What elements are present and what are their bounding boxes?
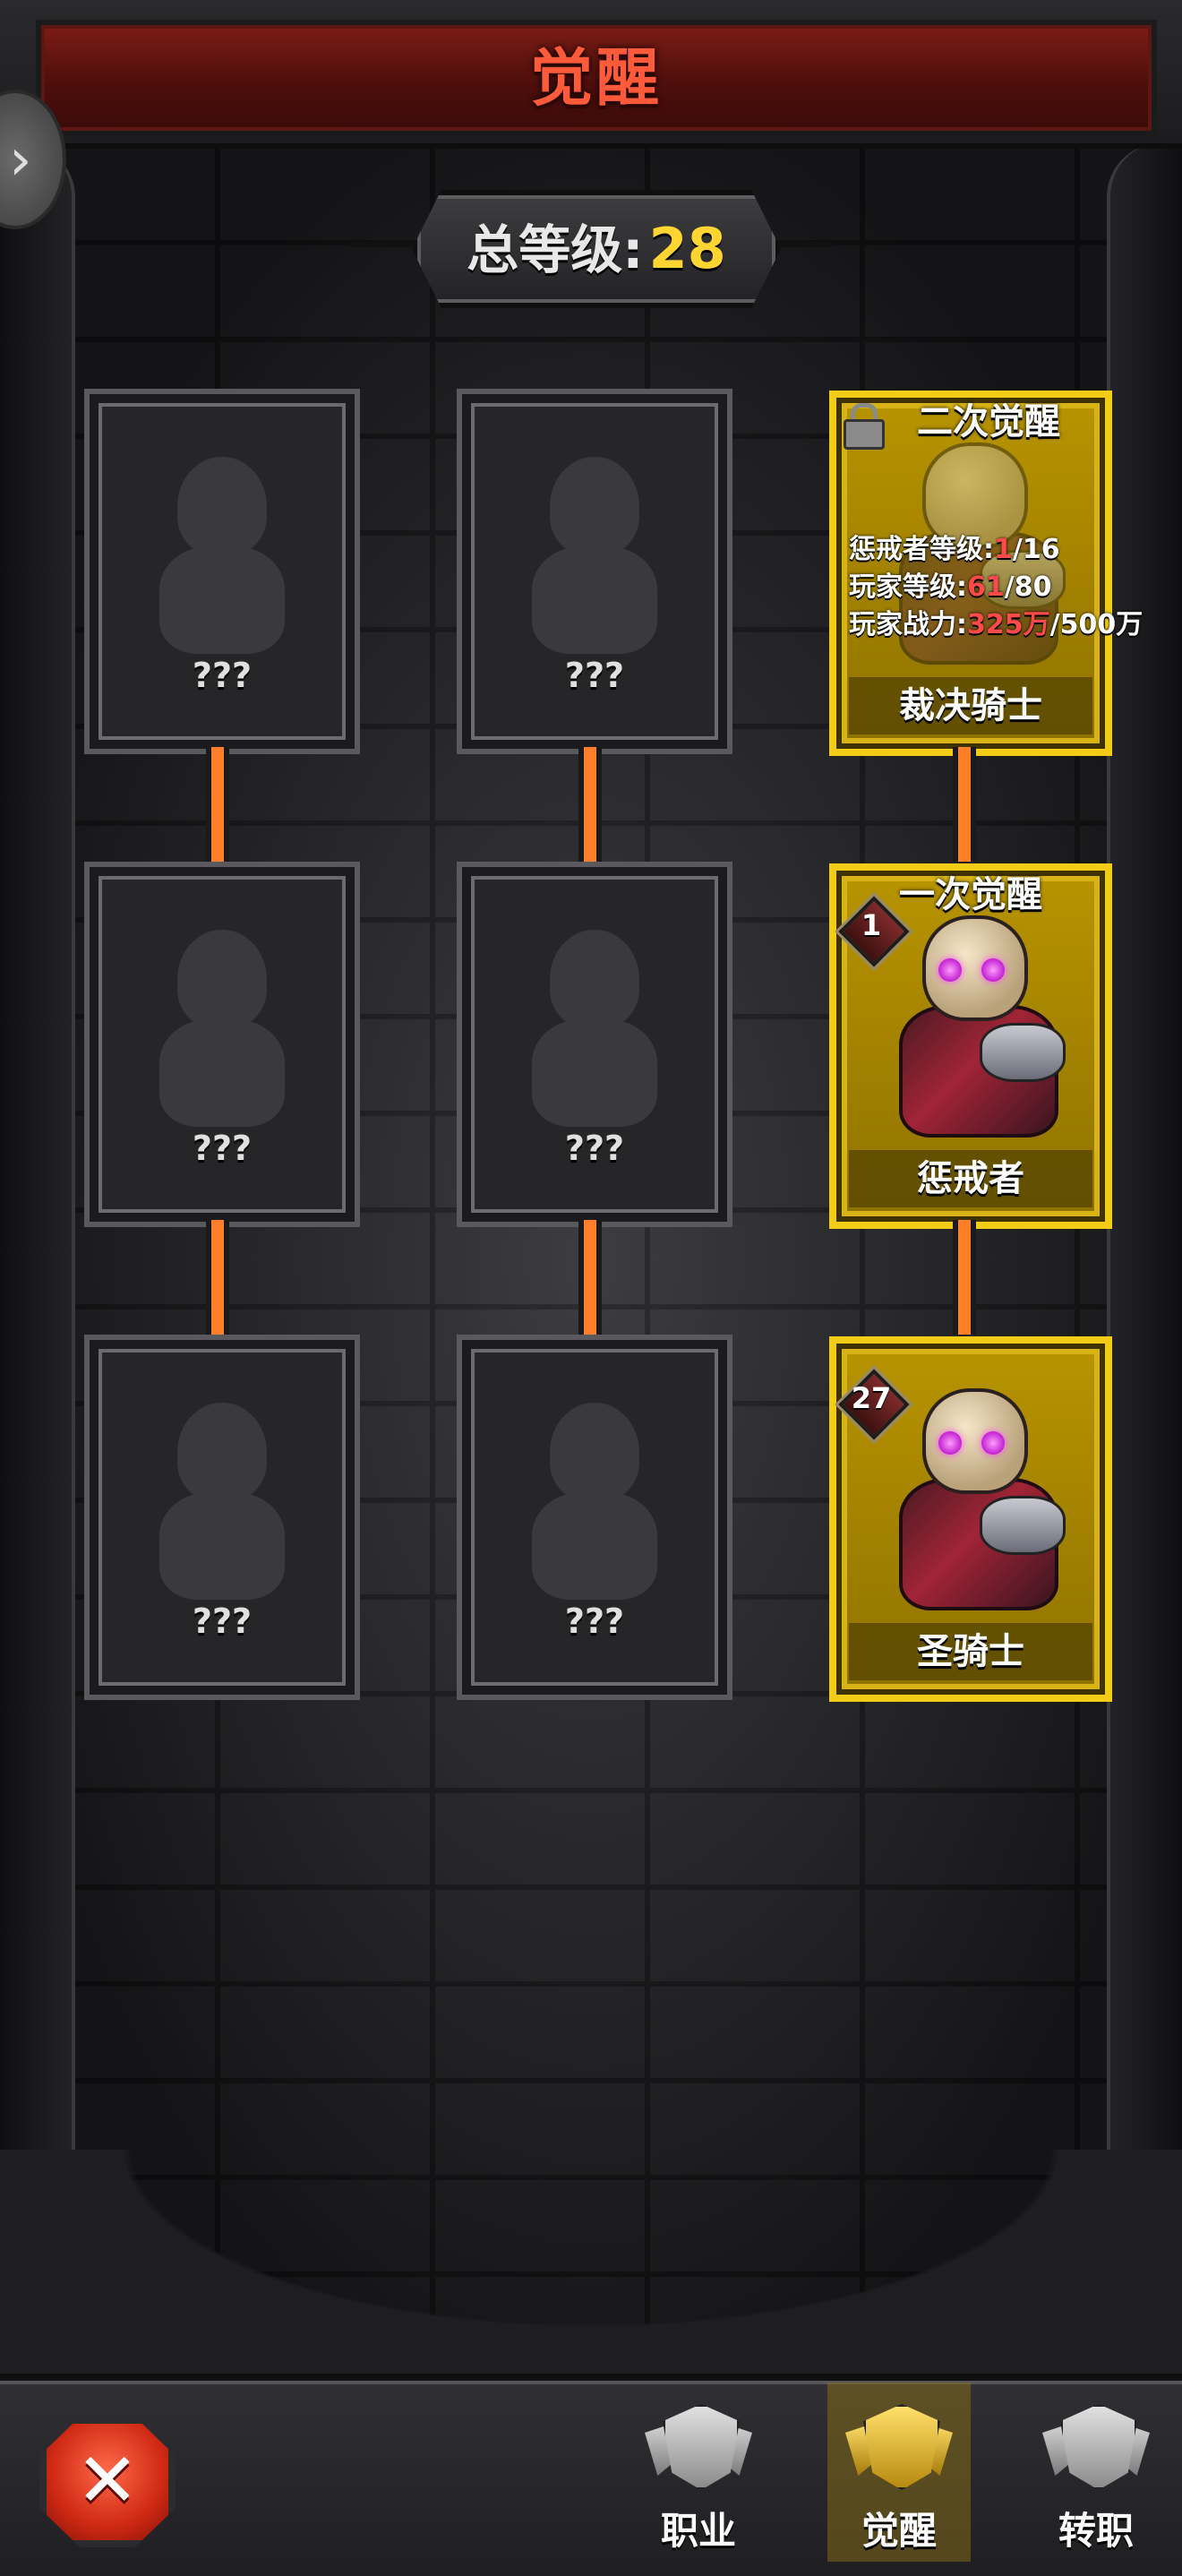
requirement-target: /80 [1004,571,1052,603]
total-level-label: 总等级: [467,219,644,280]
path-connector [206,747,229,862]
knight-portrait [881,1379,1066,1610]
tab-transfer-label: 转职 [1058,2509,1134,2553]
card-name: 圣骑士 [849,1623,1092,1680]
card-name: 惩戒者 [849,1150,1092,1207]
rank-badge: 27 [838,1369,910,1440]
rank-badge-number: 1 [861,908,882,942]
knight-portrait [881,906,1066,1138]
path-connector [578,747,602,862]
requirement-target: /500万 [1049,609,1143,640]
requirement-current: 61 [967,571,1005,603]
requirement-label: 惩戒者等级: [849,534,994,565]
tab-class[interactable]: 职业 [627,2383,770,2562]
requirement-row: 玩家等级:61/80 [849,564,1051,604]
tab-awaken[interactable]: 觉醒 [827,2383,971,2562]
total-level-box: 总等级:28 [412,190,781,308]
locked-card-label: ??? [564,1129,625,1168]
locked-card-label: ??? [192,656,253,695]
path-connector [953,747,976,862]
requirement-row: 惩戒者等级:1/16 [849,527,1060,566]
bottom-nav-bar [0,2374,1182,2576]
close-x-icon: ✕ [75,2436,140,2524]
locked-card-label: ??? [192,1129,253,1168]
frame-bottom-arch [0,2150,1182,2374]
locked-card[interactable]: ??? [457,1335,732,1700]
requirement-row: 玩家战力:325万/500万 [849,602,1143,641]
first-awakening-card[interactable]: 一次觉醒 1 惩戒者 [829,863,1112,1229]
silhouette-icon [514,1403,675,1618]
total-level-plaque: 总等级:28 [349,190,833,308]
requirement-current: 325万 [967,609,1050,640]
rank-badge-number: 27 [851,1381,892,1415]
card-name: 裁决骑士 [849,677,1092,734]
requirement-target: /16 [1012,534,1060,565]
base-class-card[interactable]: 27 圣骑士 [829,1336,1112,1702]
locked-card[interactable]: ??? [84,862,360,1227]
silhouette-icon [141,930,303,1145]
path-connector [578,1220,602,1335]
locked-card[interactable]: ??? [84,389,360,754]
requirement-label: 玩家战力: [849,609,967,640]
locked-card[interactable]: ??? [84,1335,360,1700]
chevron-right-icon: › [9,127,32,193]
silhouette-icon [514,930,675,1145]
rank-badge: 1 [838,896,910,967]
requirement-label: 玩家等级: [849,571,967,603]
title-banner: 觉醒 [36,20,1157,136]
locked-card-label: ??? [192,1601,253,1641]
locked-card-label: ??? [564,656,625,695]
locked-card-label: ??? [564,1601,625,1641]
second-awakening-card[interactable]: 二次觉醒 惩戒者等级:1/16 玩家等级:61/80 玩家战力:325万/500… [829,391,1143,756]
awaken-emblem-icon [845,2395,953,2494]
path-connector [953,1220,976,1335]
header: 觉醒 [0,0,1182,149]
tab-awaken-label: 觉醒 [861,2509,937,2553]
page-title: 觉醒 [530,41,663,115]
silhouette-icon [141,1403,303,1618]
path-connector [206,1220,229,1335]
tab-transfer[interactable]: 转职 [1024,2383,1168,2562]
total-level-value: 28 [648,216,726,281]
tab-class-label: 职业 [660,2509,736,2553]
silhouette-icon [514,457,675,672]
locked-card[interactable]: ??? [457,862,732,1227]
transfer-emblem-icon [1042,2395,1150,2494]
requirement-current: 1 [994,534,1013,565]
frame-right-pillar [1107,143,1182,2374]
class-emblem-icon [645,2395,752,2494]
locked-card[interactable]: ??? [457,389,732,754]
second-awakening-title: 二次觉醒 [917,401,1060,442]
frame-left-pillar [0,143,75,2374]
silhouette-icon [141,457,303,672]
